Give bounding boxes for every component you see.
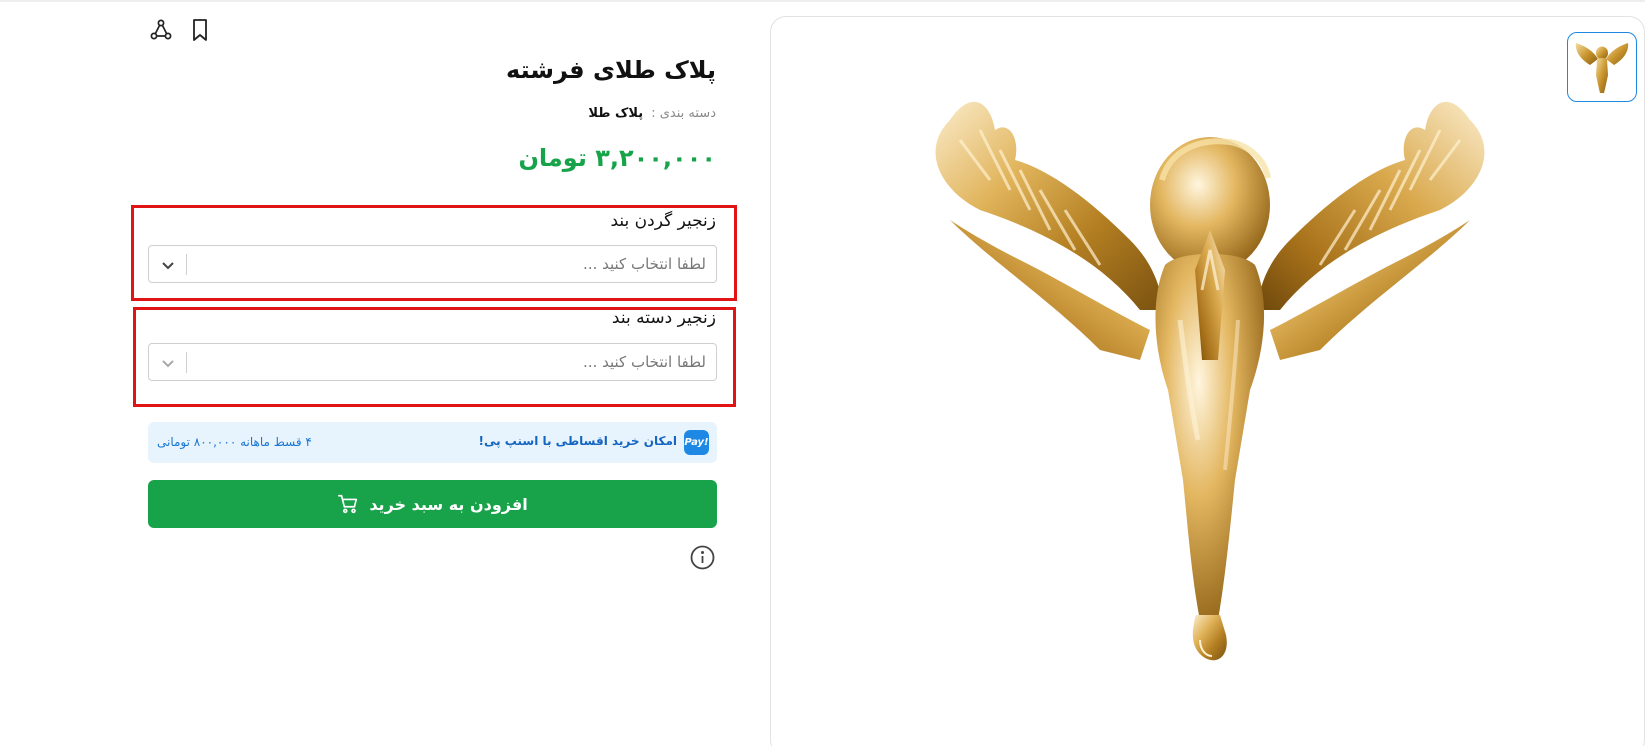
snappay-banner[interactable]: Pay! امکان خرید اقساطی با اسنپ پی! ۴ قسط… [148,422,717,463]
necklace-chain-label: زنجیر گردن بند [610,211,716,231]
snappay-logo: Pay! [684,430,709,455]
top-divider [0,0,1645,2]
add-to-cart-label: افزودن به سبد خرید [369,494,528,514]
bracelet-chain-select[interactable]: لطفا انتخاب کنید ... [148,343,717,381]
category-label: دسته بندی : [651,106,716,121]
share-button[interactable] [147,16,175,44]
select-separator [186,254,187,275]
angel-pendant-thumbnail-image [1575,43,1629,93]
product-price: ۳,۲۰۰,۰۰۰ تومان [518,144,716,172]
cart-icon [338,494,358,514]
category-link[interactable]: پلاک طلا [588,106,643,121]
snappay-text: امکان خرید اقساطی با اسنپ پی! [478,434,678,448]
bookmark-icon [193,19,207,41]
necklace-chain-select[interactable]: لطفا انتخاب کنید ... [148,245,717,283]
product-category: دسته بندی : پلاک طلا [588,106,716,121]
bookmark-button[interactable] [186,16,214,44]
select-placeholder: لطفا انتخاب کنید ... [583,353,706,371]
chevron-down-icon[interactable] [159,354,177,372]
select-placeholder: لطفا انتخاب کنید ... [583,255,706,273]
share-icon [150,19,172,40]
snappay-installment: ۴ قسط ماهانه ۸۰۰,۰۰۰ تومانی [157,435,312,449]
info-icon[interactable] [690,545,715,570]
angel-pendant-image [900,60,1520,710]
angel-pendant-illustration [935,101,1485,661]
chevron-down-icon[interactable] [159,256,177,274]
bracelet-chain-label: زنجیر دسته بند [611,308,716,328]
select-separator [186,352,187,373]
add-to-cart-button[interactable]: افزودن به سبد خرید [148,480,717,528]
gallery-thumbnail[interactable] [1567,32,1637,102]
product-title: پلاک طلای فرشته [506,56,716,84]
